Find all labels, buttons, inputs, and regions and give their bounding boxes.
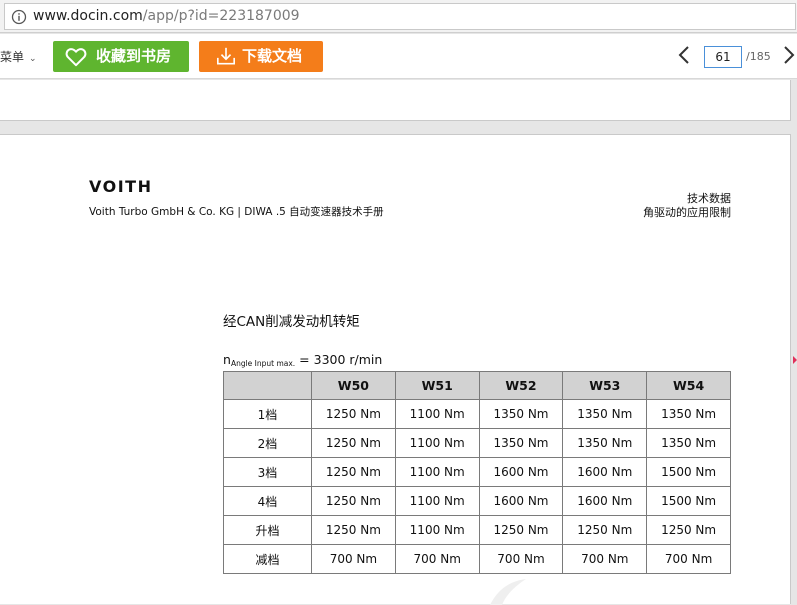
table-cell: 1350 Nm — [562, 399, 648, 429]
table-cell: 1250 Nm — [311, 399, 396, 429]
menu-label: 菜单 — [0, 50, 25, 64]
header-cell: W50 — [311, 371, 396, 400]
header-cell: W54 — [646, 371, 731, 400]
address-bar: www.docin.com/app/p?id=223187009 — [0, 0, 797, 33]
speed-formula: nAngle Input max. = 3300 r/min — [223, 352, 382, 368]
gear-cell: 3档 — [223, 457, 312, 487]
doc-toolbar: 菜单 ⌄ 收藏到书房 下载文档 /185 — [0, 34, 797, 79]
table-row: 1档 1250 Nm 1100 Nm 1350 Nm 1350 Nm 1350 … — [223, 399, 731, 429]
table-cell: 1250 Nm — [311, 457, 396, 487]
previous-page-edge — [0, 80, 791, 121]
section-title: 经CAN削减发动机转矩 — [223, 314, 360, 330]
table-cell: 700 Nm — [562, 544, 648, 574]
table-cell: 700 Nm — [478, 544, 564, 574]
table-header-row: W50 W51 W52 W53 W54 — [223, 371, 731, 400]
header-cell: W52 — [478, 371, 564, 400]
table-cell: 1500 Nm — [646, 486, 731, 516]
download-label: 下载文档 — [242, 47, 303, 65]
favorite-button[interactable]: 收藏到书房 — [53, 41, 189, 72]
table-cell: 1600 Nm — [478, 457, 564, 487]
gear-cell: 4档 — [223, 486, 312, 516]
table-cell: 1350 Nm — [646, 428, 731, 458]
table-cell: 1600 Nm — [562, 457, 648, 487]
table-row: 4档 1250 Nm 1100 Nm 1600 Nm 1600 Nm 1500 … — [223, 486, 731, 516]
chevron-left-icon[interactable] — [676, 44, 692, 66]
table-cell: 1100 Nm — [394, 515, 480, 545]
table-row: 3档 1250 Nm 1100 Nm 1600 Nm 1600 Nm 1500 … — [223, 457, 731, 487]
gear-cell: 1档 — [223, 399, 312, 429]
url-field[interactable]: www.docin.com/app/p?id=223187009 — [4, 3, 796, 30]
table-row: 升档 1250 Nm 1100 Nm 1250 Nm 1250 Nm 1250 … — [223, 515, 731, 545]
table-cell: 1350 Nm — [478, 399, 564, 429]
table-row: 减档 700 Nm 700 Nm 700 Nm 700 Nm 700 Nm — [223, 544, 731, 574]
formula-subscript: Angle Input max. — [230, 359, 296, 368]
torque-table: W50 W51 W52 W53 W54 1档 1250 Nm 1100 Nm 1… — [223, 371, 731, 574]
table-cell: 1250 Nm — [646, 515, 731, 545]
table-cell: 1350 Nm — [646, 399, 731, 429]
table-cell: 1100 Nm — [394, 486, 480, 516]
company-line: Voith Turbo GmbH & Co. KG | DIWA .5 自动变速… — [89, 206, 384, 218]
header-cell: W51 — [394, 371, 480, 400]
download-button[interactable]: 下载文档 — [199, 41, 323, 72]
url-text[interactable]: www.docin.com/app/p?id=223187009 — [33, 7, 300, 25]
chevron-down-icon: ⌄ — [29, 54, 37, 64]
table-cell: 700 Nm — [394, 544, 480, 574]
page-number-input[interactable] — [704, 46, 742, 68]
table-cell: 1100 Nm — [394, 428, 480, 458]
table-cell: 1250 Nm — [311, 515, 396, 545]
url-host: www.docin.com — [33, 8, 143, 24]
watermark-mark — [490, 579, 526, 605]
gear-cell: 2档 — [223, 428, 312, 458]
voith-logo: VOITH — [89, 177, 153, 196]
table-cell: 1350 Nm — [478, 428, 564, 458]
table-cell: 1500 Nm — [646, 457, 731, 487]
formula-value: = 3300 r/min — [295, 352, 383, 367]
favorite-label: 收藏到书房 — [96, 47, 172, 65]
table-cell: 1100 Nm — [394, 457, 480, 487]
table-cell: 1250 Nm — [311, 428, 396, 458]
gear-cell: 升档 — [223, 515, 312, 545]
table-cell: 1250 Nm — [562, 515, 648, 545]
heart-icon — [65, 48, 87, 67]
url-path: /app/p?id=223187009 — [142, 8, 300, 24]
table-cell: 700 Nm — [311, 544, 396, 574]
gear-cell: 减档 — [223, 544, 312, 574]
document-page: VOITH Voith Turbo GmbH & Co. KG | DIWA .… — [0, 134, 791, 605]
download-icon — [217, 47, 235, 65]
menu-dropdown[interactable]: 菜单 ⌄ — [0, 48, 37, 65]
side-feedback-marker[interactable] — [793, 356, 797, 364]
table-cell: 1100 Nm — [394, 399, 480, 429]
table-cell: 1250 Nm — [478, 515, 564, 545]
table-cell: 1600 Nm — [562, 486, 648, 516]
header-cell: W53 — [562, 371, 648, 400]
table-cell: 1600 Nm — [478, 486, 564, 516]
table-cell: 700 Nm — [646, 544, 731, 574]
header-right-line-2: 角驱动的应用限制 — [643, 206, 731, 219]
header-cell — [223, 371, 312, 400]
chevron-right-icon[interactable] — [781, 44, 797, 66]
table-cell: 1250 Nm — [311, 486, 396, 516]
formula-symbol: n — [223, 352, 231, 367]
info-icon[interactable] — [11, 9, 27, 25]
table-cell: 1350 Nm — [562, 428, 648, 458]
table-row: 2档 1250 Nm 1100 Nm 1350 Nm 1350 Nm 1350 … — [223, 428, 731, 458]
page-total: /185 — [746, 50, 771, 63]
